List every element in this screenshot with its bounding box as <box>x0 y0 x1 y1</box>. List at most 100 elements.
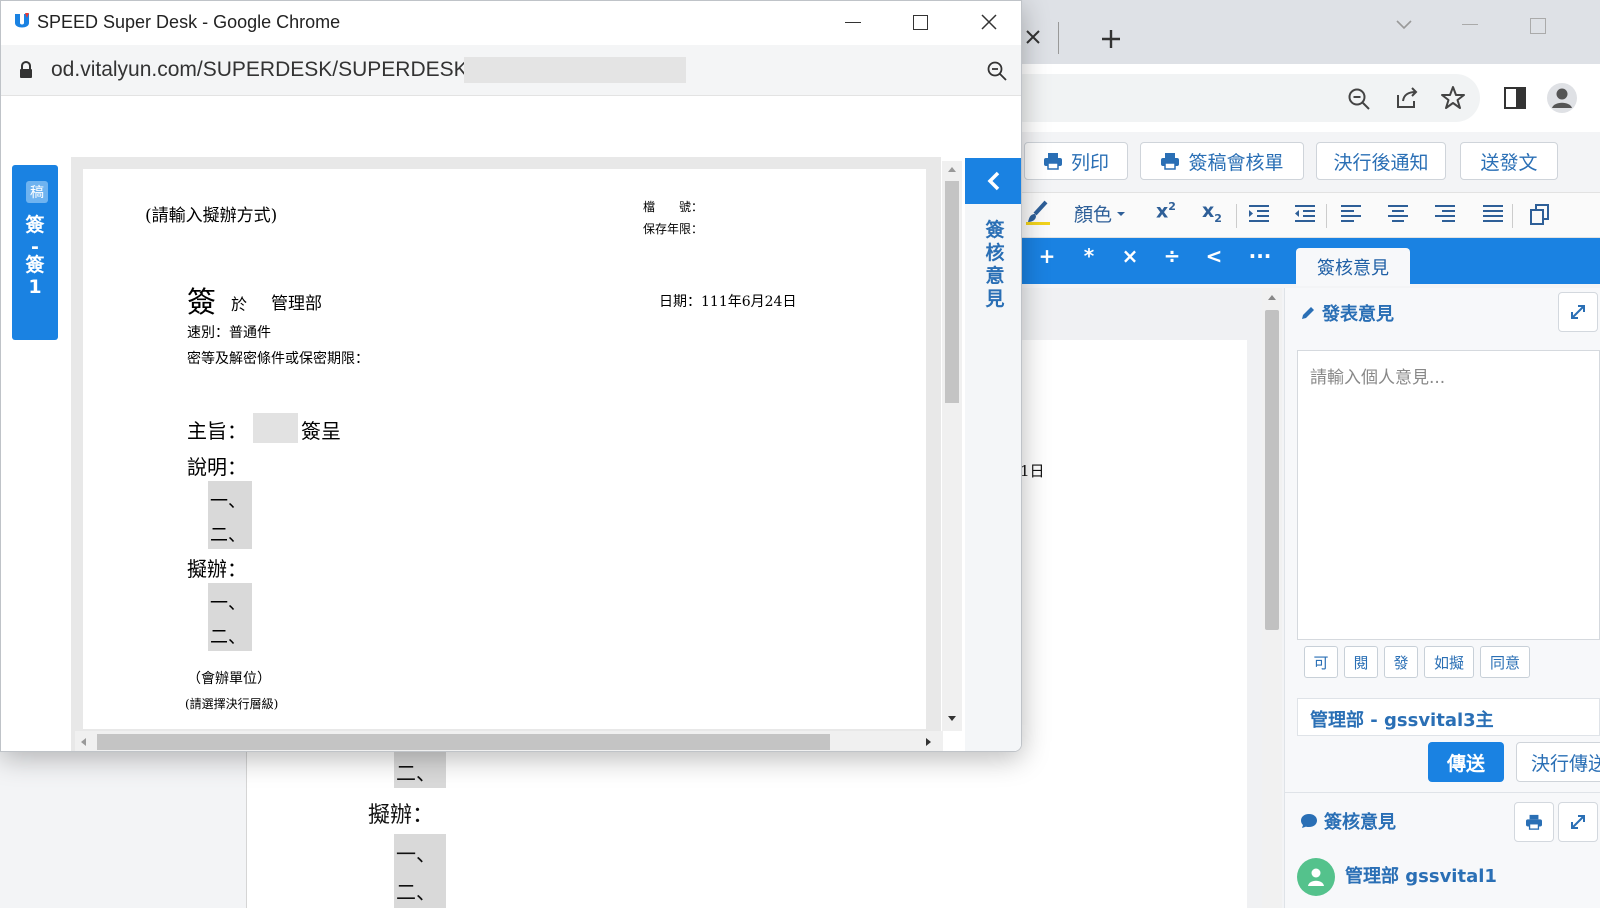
doc-explain-label: 說明： <box>187 455 247 479</box>
post-opinion-title: 發表意見 <box>1300 300 1394 326</box>
popup-minimize-icon[interactable] <box>845 22 861 23</box>
window-maximize-icon[interactable] <box>1530 18 1546 34</box>
scroll-left-arrow-icon[interactable] <box>79 737 87 747</box>
expand-opinion-button[interactable] <box>1558 292 1598 332</box>
tab-divider <box>1058 22 1059 54</box>
left-tab-char: 簽 <box>25 254 45 276</box>
align-right-icon[interactable] <box>1434 204 1456 224</box>
doc-vertical-scroll-thumb[interactable] <box>945 181 959 403</box>
new-tab-icon[interactable] <box>1100 28 1122 50</box>
op-multiply-star-button[interactable]: * <box>1075 244 1103 268</box>
indent-icon[interactable] <box>1248 204 1270 224</box>
doc-propose-item-2: 二、 <box>210 627 246 648</box>
doc-cosign-unit[interactable]: （會辦單位） <box>187 668 271 688</box>
print-opinions-button[interactable] <box>1514 802 1554 842</box>
opinion-placeholder: 請輸入個人意見... <box>1310 368 1446 388</box>
profile-avatar-icon[interactable] <box>1546 82 1578 114</box>
side-panel-icon[interactable] <box>1503 86 1527 110</box>
zoom-icon[interactable] <box>1346 86 1372 112</box>
share-icon[interactable] <box>1394 85 1420 111</box>
print-sheet-button[interactable]: 簽稿會核單 <box>1140 142 1304 180</box>
op-divide-button[interactable]: ÷ <box>1158 244 1186 268</box>
notify-after-decision-button[interactable]: 決行後通知 <box>1316 142 1446 180</box>
bookmark-star-icon[interactable] <box>1440 85 1466 111</box>
send-button[interactable]: 傳送 <box>1428 742 1504 782</box>
dept-user-line[interactable]: 管理部 - gssvital3主 <box>1297 698 1600 736</box>
print-button[interactable]: 列印 <box>1024 142 1128 180</box>
quick-phrase-agree[interactable]: 同意 <box>1480 646 1530 678</box>
collapse-opinion-button[interactable] <box>965 158 1021 204</box>
doc-subject-suffix: 簽呈 <box>301 419 341 443</box>
fmt-divider <box>1236 204 1237 228</box>
doc-horizontal-scroll-thumb[interactable] <box>97 734 830 750</box>
commenter-name: 管理部 gssvital1 <box>1345 866 1497 887</box>
opinion-side-char: 核 <box>985 242 1005 264</box>
caret-down-icon <box>1117 211 1126 216</box>
op-plus-button[interactable]: + <box>1033 244 1061 268</box>
color-dropdown[interactable]: 顏色 <box>1074 200 1126 227</box>
opinion-textarea[interactable]: 請輸入個人意見... <box>1297 350 1600 640</box>
send-document-button-label: 送發文 <box>1480 151 1538 174</box>
popup-zoom-icon[interactable] <box>986 60 1008 82</box>
doc-dept: 管理部 <box>271 294 322 314</box>
outdent-icon[interactable] <box>1294 204 1316 224</box>
left-tab-char: 簽 <box>25 214 45 236</box>
subscript-icon[interactable]: x2 <box>1202 200 1222 225</box>
doc-speed: 速別：普通件 <box>187 325 271 341</box>
send-button-label: 傳送 <box>1446 752 1485 775</box>
print-button-label: 列印 <box>1070 151 1109 174</box>
scroll-down-arrow-icon[interactable] <box>947 715 957 723</box>
tab-close-icon[interactable] <box>1024 28 1042 46</box>
paint-brush-icon[interactable] <box>1026 200 1050 226</box>
op-less-than-button[interactable]: < <box>1200 244 1228 268</box>
expand-opinions-button[interactable] <box>1558 802 1598 842</box>
printer-icon <box>1043 153 1062 170</box>
align-center-icon[interactable] <box>1387 204 1409 224</box>
doc-date: 日期：111年6月24日 <box>659 294 797 310</box>
quick-phrase-fa[interactable]: 發 <box>1384 646 1418 678</box>
comment-icon <box>1301 814 1317 828</box>
doc-explain-item-2: 二、 <box>210 525 246 546</box>
tab-list-chevron-icon[interactable] <box>1394 18 1414 32</box>
quick-phrase-ke[interactable]: 可 <box>1304 646 1338 678</box>
popup-url-text[interactable]: od.vitalyun.com/SUPERDESK/SUPERDESK/ <box>51 58 473 82</box>
align-justify-icon[interactable] <box>1482 204 1504 224</box>
chevron-left-icon <box>987 171 1000 191</box>
background-doc-item-2: 二、 <box>396 880 436 904</box>
scroll-up-arrow-icon[interactable] <box>1267 293 1277 301</box>
scroll-up-arrow-icon[interactable] <box>947 165 957 173</box>
user-icon <box>1308 868 1324 886</box>
send-document-button[interactable]: 送發文 <box>1460 142 1558 180</box>
popup-close-icon[interactable] <box>981 14 997 30</box>
doc-propose-label: 擬辦： <box>187 557 247 581</box>
opinion-side-char: 簽 <box>985 219 1005 241</box>
quick-phrase-yue[interactable]: 閱 <box>1344 646 1378 678</box>
scroll-right-arrow-icon[interactable] <box>925 737 933 747</box>
window-minimize-icon[interactable] <box>1462 24 1478 25</box>
doc-sign-char: 簽 <box>187 285 217 319</box>
left-tab-char: 1 <box>28 276 42 298</box>
popup-maximize-icon[interactable] <box>913 15 928 30</box>
pencil-icon <box>1302 307 1314 319</box>
superscript-icon[interactable]: x2 <box>1156 200 1176 222</box>
background-doc-item-2: 二、 <box>396 761 436 785</box>
background-doc-scroll-thumb[interactable] <box>1265 310 1279 630</box>
copy-icon[interactable] <box>1530 204 1550 226</box>
exec-send-button[interactable]: 決行傳送 <box>1516 742 1600 782</box>
url-redacted-block <box>464 57 686 83</box>
tab-sign-opinion[interactable]: 簽核意見 <box>1296 248 1410 286</box>
doc-method-placeholder[interactable]: (請輸入擬辦方式) <box>145 201 277 226</box>
doc-at-text: 於 <box>231 295 248 314</box>
quick-phrase-runi[interactable]: 如擬 <box>1424 646 1474 678</box>
op-times-button[interactable]: × <box>1116 244 1144 268</box>
doc-secrecy: 密等及解密條件或保密期限： <box>187 351 369 367</box>
doc-select-level[interactable]: (請選擇決行層級) <box>185 695 278 712</box>
doc-explain-item-1: 一、 <box>210 491 246 512</box>
align-left-icon[interactable] <box>1340 204 1362 224</box>
app-logo-icon <box>13 12 31 30</box>
doc-subject-label: 主旨： <box>187 419 247 443</box>
op-more-button[interactable]: ··· <box>1246 244 1274 268</box>
printer-icon <box>1526 814 1542 830</box>
opinion-side-char: 見 <box>985 288 1005 310</box>
tab-sign-opinion-label: 簽核意見 <box>1317 258 1389 279</box>
